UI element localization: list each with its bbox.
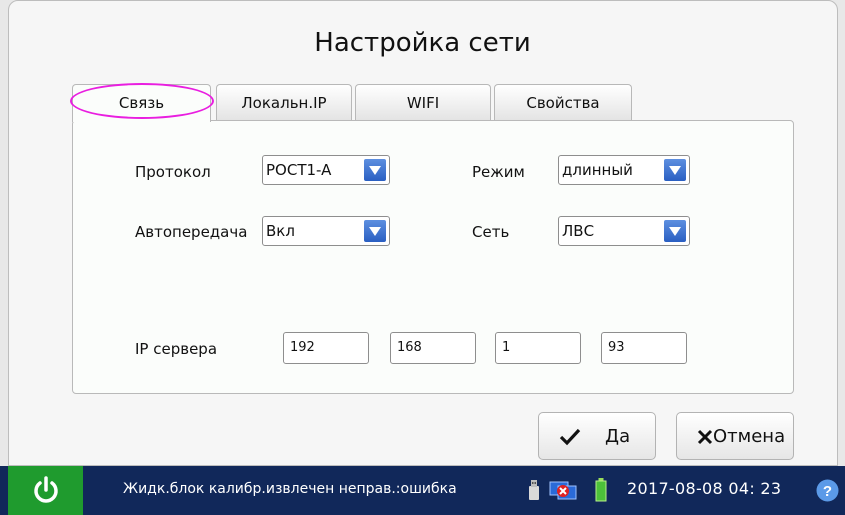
network-select[interactable]: ЛВС — [558, 216, 690, 246]
server-ip-octet-1[interactable]: 192 — [283, 332, 369, 364]
tab-properties[interactable]: Свойства — [494, 84, 632, 120]
power-icon — [34, 476, 58, 503]
network-disconnected-icon — [549, 481, 577, 500]
svg-text:?: ? — [823, 483, 832, 500]
server-ip-octet-3[interactable]: 1 — [495, 332, 581, 364]
server-ip-octet-1-value: 192 — [290, 340, 315, 355]
help-icon[interactable]: ? — [816, 479, 839, 502]
autotransfer-value: Вкл — [266, 222, 295, 240]
mode-select[interactable]: длинный — [558, 155, 690, 185]
server-ip-octet-3-value: 1 — [502, 340, 511, 355]
chevron-down-icon[interactable] — [364, 220, 386, 242]
chevron-down-icon[interactable] — [664, 220, 686, 242]
server-ip-label: IP сервера — [135, 340, 218, 358]
chevron-down-icon[interactable] — [664, 159, 686, 181]
chevron-down-icon[interactable] — [364, 159, 386, 181]
ok-button[interactable]: Да — [538, 412, 656, 460]
tab-wifi[interactable]: WIFI — [355, 84, 491, 120]
usb-icon — [529, 480, 539, 500]
status-message: Жидк.блок калибр.извлечен неправ.:ошибка — [123, 481, 457, 497]
network-label: Сеть — [472, 223, 510, 241]
tab-local-ip[interactable]: Локальн.IP — [216, 84, 352, 120]
protocol-select[interactable]: POCT1-A — [262, 155, 390, 185]
server-ip-octet-2-value: 168 — [397, 340, 422, 355]
cancel-button-label: Отмена — [713, 426, 786, 447]
status-datetime: 2017-08-08 04: 23 — [627, 479, 782, 498]
network-value: ЛВС — [562, 222, 595, 240]
battery-icon — [595, 478, 607, 502]
tab-connection[interactable]: Связь — [72, 84, 211, 122]
cancel-button[interactable]: Отмена — [676, 412, 794, 460]
close-icon — [697, 429, 713, 445]
autotransfer-select[interactable]: Вкл — [262, 216, 390, 246]
server-ip-octet-4-value: 93 — [608, 340, 625, 355]
server-ip-octet-2[interactable]: 168 — [390, 332, 476, 364]
autotransfer-label: Автопередача — [135, 223, 248, 241]
dialog-title: Настройка сети — [314, 28, 531, 58]
power-button[interactable] — [8, 466, 83, 515]
protocol-value: POCT1-A — [266, 161, 332, 179]
server-ip-octet-4[interactable]: 93 — [601, 332, 687, 364]
protocol-label: Протокол — [135, 163, 211, 181]
mode-value: длинный — [562, 161, 633, 179]
status-bar: Жидк.блок калибр.извлечен неправ.:ошибка… — [0, 466, 845, 515]
checkmark-icon — [559, 428, 581, 446]
ok-button-label: Да — [605, 426, 631, 447]
mode-label: Режим — [472, 163, 525, 181]
